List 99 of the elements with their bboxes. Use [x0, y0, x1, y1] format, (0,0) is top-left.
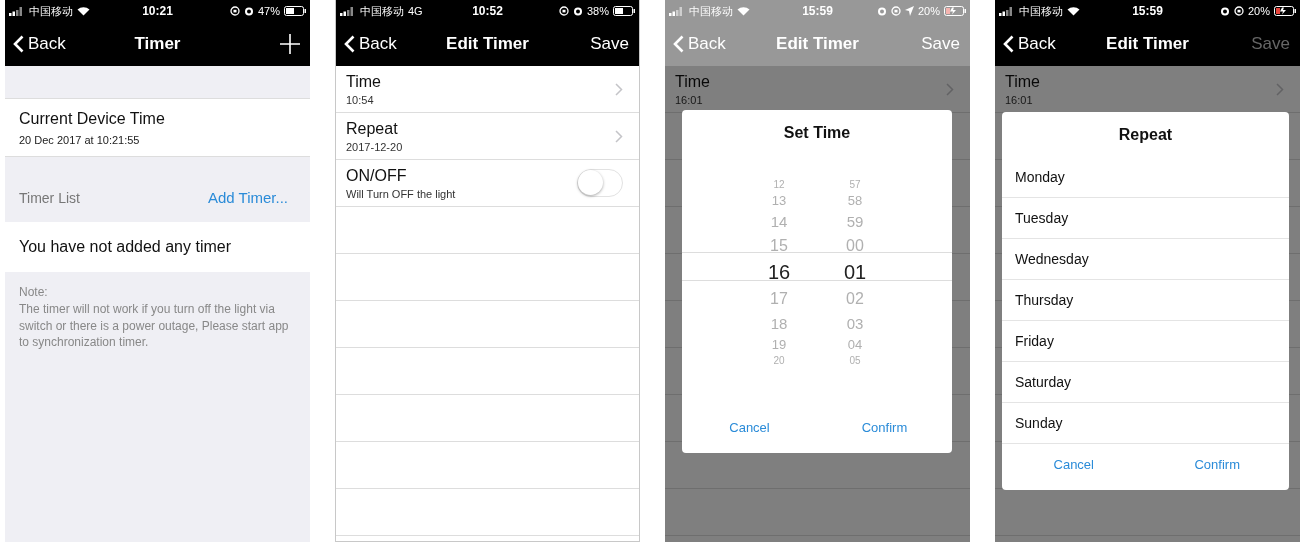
add-icon[interactable] — [280, 34, 300, 54]
signal-icon — [999, 6, 1015, 16]
rotation-lock-icon — [1233, 6, 1244, 16]
screen-title: Edit Timer — [776, 34, 859, 54]
picker-value[interactable]: 57 — [849, 178, 861, 191]
save-button[interactable]: Save — [921, 34, 960, 54]
back-button[interactable]: Back — [344, 34, 397, 54]
battery-percent: 20% — [917, 5, 940, 17]
device-time-value: 20 Dec 2017 at 10:21:55 — [19, 134, 141, 146]
rotation-lock-icon — [229, 6, 240, 16]
picker-value[interactable]: 05 — [849, 354, 861, 367]
picker-value[interactable]: 02 — [846, 286, 864, 312]
chevron-icon — [615, 82, 623, 96]
day-option[interactable]: Friday — [1002, 321, 1289, 362]
settings-row[interactable]: Time 10:54 — [336, 66, 639, 113]
day-option[interactable]: Monday — [1002, 157, 1289, 198]
back-chevron-icon — [13, 35, 24, 53]
dialog-title: Repeat — [1118, 126, 1173, 144]
picker-value[interactable]: 13 — [771, 191, 787, 210]
screen-title: Timer — [134, 34, 181, 54]
day-option[interactable]: Saturday — [1002, 362, 1289, 403]
picker-value[interactable]: 01 — [843, 259, 867, 286]
picker-value[interactable]: 58 — [847, 191, 863, 210]
row-value: 16:01 — [1005, 93, 1034, 106]
alarm-icon — [1219, 6, 1230, 16]
rotation-lock-icon — [890, 6, 901, 16]
status-time: 15:59 — [1132, 4, 1163, 18]
picker-value[interactable]: 17 — [770, 286, 788, 312]
back-chevron-icon — [673, 35, 684, 53]
signal-icon — [669, 6, 685, 16]
confirm-button[interactable]: Confirm — [1145, 453, 1289, 476]
picker-value[interactable]: 59 — [846, 210, 864, 233]
row-title: ON/OFF — [346, 166, 408, 185]
back-button[interactable]: Back — [673, 34, 726, 54]
day-option[interactable]: Tuesday — [1002, 198, 1289, 239]
picker-value[interactable]: 12 — [773, 178, 785, 191]
empty-message: You have not added any timer — [19, 238, 231, 256]
day-option[interactable]: Sunday — [1002, 403, 1289, 444]
row-value: 10:54 — [346, 93, 375, 106]
picker-value[interactable]: 18 — [770, 312, 788, 335]
wifi-icon — [77, 6, 90, 16]
carrier-name: 中国移动 — [29, 3, 73, 19]
carrier-name: 中国移动 — [1019, 3, 1063, 19]
add-timer-link[interactable]: Add Timer... — [207, 189, 288, 206]
picker-value[interactable]: 19 — [771, 335, 787, 354]
cancel-button[interactable]: Cancel — [682, 416, 817, 439]
picker-value[interactable]: 15 — [770, 233, 788, 259]
row-value: 2017-12-20 — [346, 140, 403, 153]
screen-title: Edit Timer — [1106, 34, 1189, 54]
section-label: Current Device Time — [19, 110, 166, 128]
network-label: 4G — [408, 5, 423, 17]
section-label: Timer List — [19, 190, 80, 206]
carrier-name: 中国移动 — [689, 3, 733, 19]
day-option[interactable]: Thursday — [1002, 280, 1289, 321]
dialog-title: Set Time — [783, 124, 851, 142]
carrier-name: 中国移动 — [360, 3, 404, 19]
signal-icon — [340, 6, 356, 16]
picker-value[interactable]: 14 — [770, 210, 788, 233]
row-title: Time — [346, 72, 381, 91]
location-arrow-icon — [904, 6, 914, 16]
battery-percent: 38% — [586, 5, 609, 17]
wifi-icon — [737, 6, 750, 16]
row-value: 16:01 — [675, 93, 704, 106]
settings-row[interactable]: Repeat 2017-12-20 — [336, 113, 639, 160]
battery-percent: 47% — [257, 5, 280, 17]
chevron-icon — [946, 82, 954, 96]
cancel-button[interactable]: Cancel — [1002, 453, 1146, 476]
picker-value[interactable]: 16 — [767, 259, 791, 286]
day-option[interactable]: Wednesday — [1002, 239, 1289, 280]
row-title: Repeat — [346, 119, 399, 138]
back-chevron-icon — [1003, 35, 1014, 53]
save-button[interactable]: Save — [590, 34, 629, 54]
back-button[interactable]: Back — [13, 34, 66, 54]
screen-title: Edit Timer — [446, 34, 529, 54]
battery-percent: 20% — [1247, 5, 1270, 17]
picker-value[interactable]: 20 — [773, 354, 785, 367]
picker-value[interactable]: 04 — [847, 335, 863, 354]
confirm-button[interactable]: Confirm — [817, 416, 952, 439]
back-button[interactable]: Back — [1003, 34, 1056, 54]
status-time: 10:21 — [142, 4, 173, 18]
status-time: 15:59 — [802, 4, 833, 18]
alarm-icon — [243, 6, 254, 16]
chevron-icon — [615, 129, 623, 143]
row-title: Time — [675, 72, 710, 91]
signal-icon — [9, 6, 25, 16]
note-title: Note: — [19, 284, 49, 301]
wifi-icon — [1067, 6, 1080, 16]
status-time: 10:52 — [472, 4, 503, 18]
note-text: The timer will not work if you turn off the light via switch or there is a power outage, Please start app to synchronization timer. — [19, 300, 290, 352]
picker-value[interactable]: 00 — [846, 233, 864, 259]
alarm-icon — [572, 6, 583, 16]
picker-value[interactable]: 03 — [846, 312, 864, 335]
alarm-icon — [876, 6, 887, 16]
row-title: Time — [1005, 72, 1040, 91]
rotation-lock-icon — [558, 6, 569, 16]
toggle-switch[interactable] — [577, 169, 623, 197]
back-chevron-icon — [344, 35, 355, 53]
chevron-icon — [1276, 82, 1284, 96]
row-value: Will Turn OFF the light — [346, 187, 456, 200]
